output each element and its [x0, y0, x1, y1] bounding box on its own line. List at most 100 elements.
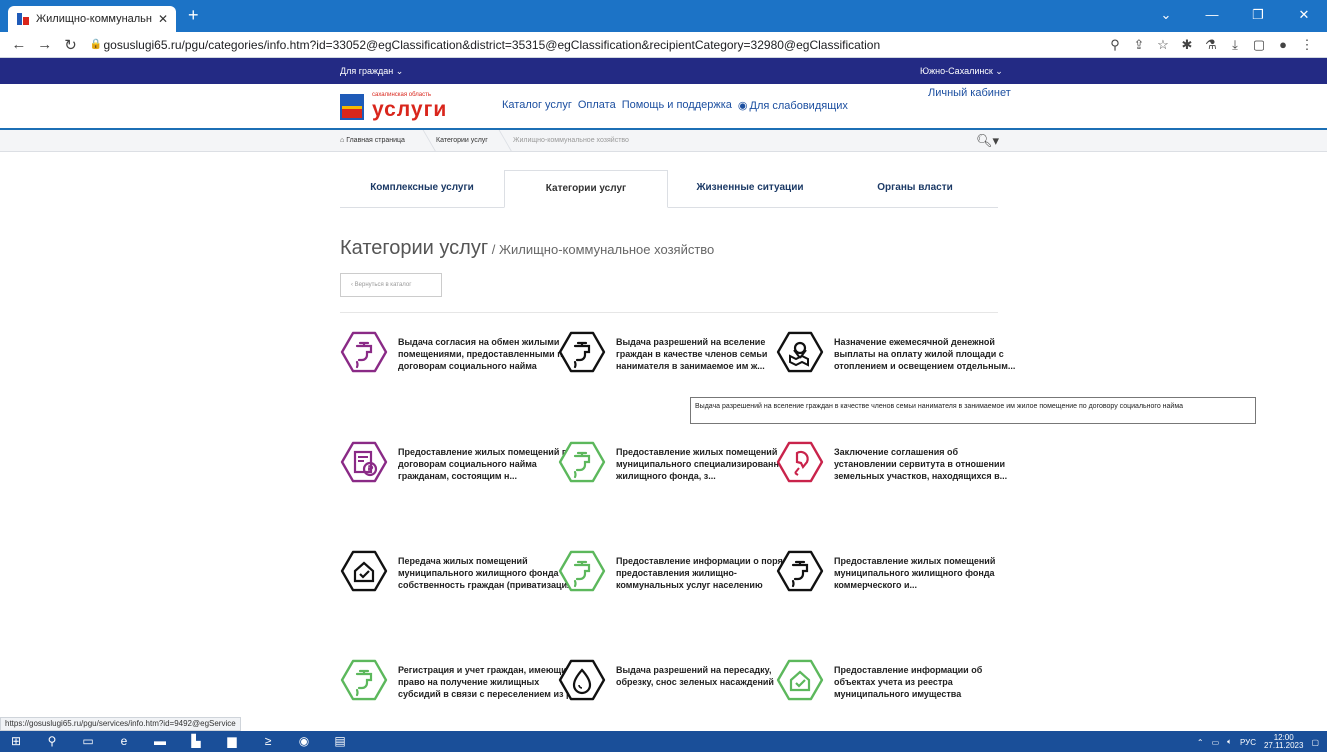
- search-icon[interactable]: 🔍︎▾: [976, 133, 999, 149]
- share-icon[interactable]: ⇪: [1127, 37, 1151, 53]
- service-card[interactable]: Предоставление жилых помещений по догово…: [340, 438, 573, 502]
- service-title: Предоставление жилых помещений по догово…: [398, 447, 573, 481]
- breadcrumb-categories[interactable]: Категории услуг: [436, 137, 488, 144]
- service-card[interactable]: Выдача разрешений на пересадку, обрезку,…: [558, 656, 774, 720]
- tray-arrow-icon[interactable]: ⌃: [1197, 738, 1204, 747]
- reload-icon[interactable]: ↻: [58, 36, 84, 54]
- service-card[interactable]: Выдача согласия на обмен жилыми помещени…: [340, 328, 568, 392]
- breadcrumb-separator: [411, 130, 437, 152]
- nav-catalog[interactable]: Каталог услуг: [502, 99, 572, 112]
- notifications-icon[interactable]: ▢: [1311, 738, 1319, 747]
- network-icon[interactable]: ▭: [1212, 738, 1220, 747]
- site-logo[interactable]: сахалинская область услуги: [340, 92, 450, 122]
- favicon-icon: [17, 13, 29, 25]
- page-subtitle: Жилищно-коммунальное хозяйство: [498, 242, 715, 257]
- page-title-separator: /: [488, 242, 499, 257]
- close-tab-icon[interactable]: ✕: [158, 12, 168, 26]
- for-citizens-dropdown[interactable]: Для граждан ⌄: [340, 66, 403, 77]
- browser-tab[interactable]: Жилищно-коммунальное хозя... ✕: [8, 6, 176, 32]
- back-icon[interactable]: ←: [6, 36, 32, 53]
- side-panel-icon[interactable]: ▢: [1247, 37, 1271, 53]
- tap-icon: [558, 550, 606, 592]
- tap-icon: [340, 659, 388, 701]
- divider: [340, 312, 998, 313]
- service-card[interactable]: Регистрация и учет граждан, имеющих прав…: [340, 656, 579, 720]
- profile-icon[interactable]: ●: [1271, 37, 1295, 53]
- service-title: Регистрация и учет граждан, имеющих прав…: [398, 665, 579, 699]
- volume-icon[interactable]: 🔈︎: [1227, 737, 1232, 747]
- personal-cabinet-link[interactable]: Личный кабинет: [928, 87, 1011, 99]
- explorer-icon[interactable]: ▬: [152, 733, 168, 749]
- breadcrumb-home[interactable]: ⌂ Главная страница: [340, 137, 405, 144]
- clock[interactable]: 12:00 27.11.2023: [1264, 734, 1303, 750]
- app-icon[interactable]: ▙: [188, 733, 204, 749]
- service-title: Выдача согласия на обмен жилыми помещени…: [398, 337, 569, 371]
- service-title: Заключение соглашения об установлении се…: [834, 447, 1008, 481]
- forward-icon[interactable]: →: [32, 36, 58, 53]
- extension-icon[interactable]: ⚗: [1199, 37, 1223, 53]
- menu-icon[interactable]: ⋮: [1295, 37, 1319, 53]
- bookmark-star-icon[interactable]: ☆: [1151, 37, 1175, 53]
- tab-life-situations[interactable]: Жизненные ситуации: [668, 170, 832, 208]
- breadcrumb-current: Жилищно-коммунальное хозяйство: [513, 137, 629, 144]
- breadcrumb: ⌂ Главная страница Категории услуг Жилищ…: [0, 130, 1327, 152]
- coat-of-arms-icon: [340, 94, 364, 120]
- service-card[interactable]: Предоставление жилых помещений муниципал…: [558, 438, 794, 502]
- site-header: сахалинская область услуги Каталог услуг…: [0, 84, 1327, 130]
- service-card[interactable]: Предоставление информации об объектах уч…: [776, 656, 982, 720]
- tooltip: Выдача разрешений на вселение граждан в …: [690, 397, 1256, 424]
- service-title: Предоставление информации о порядке пред…: [616, 556, 799, 590]
- breadcrumb-separator: [487, 130, 513, 152]
- chrome-icon[interactable]: ◉: [296, 733, 312, 749]
- tab-title: Жилищно-коммунальное хозя...: [36, 13, 152, 25]
- nav-accessibility-label: Для слабовидящих: [749, 100, 848, 112]
- service-card[interactable]: Заключение соглашения об установлении се…: [776, 438, 1007, 502]
- browser-toolbar: ← → ↻ 🔒 gosuslugi65.ru/pgu/categories/in…: [0, 32, 1327, 58]
- tab-service-categories[interactable]: Категории услуг: [504, 170, 668, 208]
- language-indicator[interactable]: РУС: [1240, 738, 1256, 747]
- service-card[interactable]: Назначение ежемесячной денежной выплаты …: [776, 328, 1015, 392]
- server-icon[interactable]: ▆: [224, 733, 240, 749]
- minimize-icon[interactable]: —: [1189, 0, 1235, 32]
- ie-icon[interactable]: e: [116, 733, 132, 749]
- tab-search-icon[interactable]: ⌄: [1143, 0, 1189, 32]
- nav-payment[interactable]: Оплата: [578, 99, 616, 112]
- tap-icon: [776, 550, 824, 592]
- tab-authorities[interactable]: Органы власти: [832, 170, 998, 208]
- service-card[interactable]: Выдача разрешений на вселение граждан в …: [558, 328, 767, 392]
- back-to-catalog-button[interactable]: ‹ Вернуться в каталог: [340, 273, 442, 297]
- powershell-icon[interactable]: ≥: [260, 733, 276, 749]
- service-title: Выдача разрешений на пересадку, обрезку,…: [616, 665, 774, 687]
- service-title: Предоставление жилых помещений муниципал…: [616, 447, 794, 481]
- city-label: Южно-Сахалинск: [920, 66, 993, 76]
- page-title: Категории услуг / Жилищно-коммунальное х…: [340, 237, 714, 260]
- status-url: https://gosuslugi65.ru/pgu/services/info…: [0, 717, 241, 731]
- tap-icon: [558, 331, 606, 373]
- new-tab-icon[interactable]: +: [188, 5, 199, 26]
- nav-help[interactable]: Помощь и поддержка: [622, 99, 732, 112]
- eye-icon: ◉: [737, 100, 748, 112]
- start-icon[interactable]: ⊞: [8, 733, 24, 749]
- map-icon: [776, 331, 824, 373]
- service-title: Предоставление информации об объектах уч…: [834, 665, 983, 699]
- notepad-icon[interactable]: ▤: [332, 733, 348, 749]
- house-check-icon: [340, 550, 388, 592]
- task-view-icon[interactable]: ▭: [80, 733, 96, 749]
- restore-icon[interactable]: ❐: [1235, 0, 1281, 32]
- zoom-icon[interactable]: ⚲: [1103, 37, 1127, 53]
- window-close-icon[interactable]: ✕: [1281, 0, 1327, 32]
- tap-icon: [340, 331, 388, 373]
- home-icon: ⌂: [340, 137, 345, 144]
- service-card[interactable]: Передача жилых помещений муниципального …: [340, 547, 575, 611]
- service-card[interactable]: Предоставление информации о порядке пред…: [558, 547, 798, 611]
- download-icon[interactable]: ⤓: [1223, 37, 1247, 53]
- city-dropdown[interactable]: Южно-Сахалинск ⌄: [920, 66, 1003, 77]
- tab-complex-services[interactable]: Комплексные услуги: [340, 170, 504, 208]
- address-bar[interactable]: 🔒 gosuslugi65.ru/pgu/categories/info.htm…: [89, 38, 1103, 52]
- extensions-icon[interactable]: ✱: [1175, 37, 1199, 53]
- service-card[interactable]: Предоставление жилых помещений муниципал…: [776, 547, 995, 611]
- back-to-catalog-label: Вернуться в каталог: [354, 282, 412, 288]
- search-taskbar-icon[interactable]: ⚲: [44, 733, 60, 749]
- water-drop-icon: [558, 659, 606, 701]
- nav-accessibility[interactable]: ◉ Для слабовидящих: [738, 99, 848, 112]
